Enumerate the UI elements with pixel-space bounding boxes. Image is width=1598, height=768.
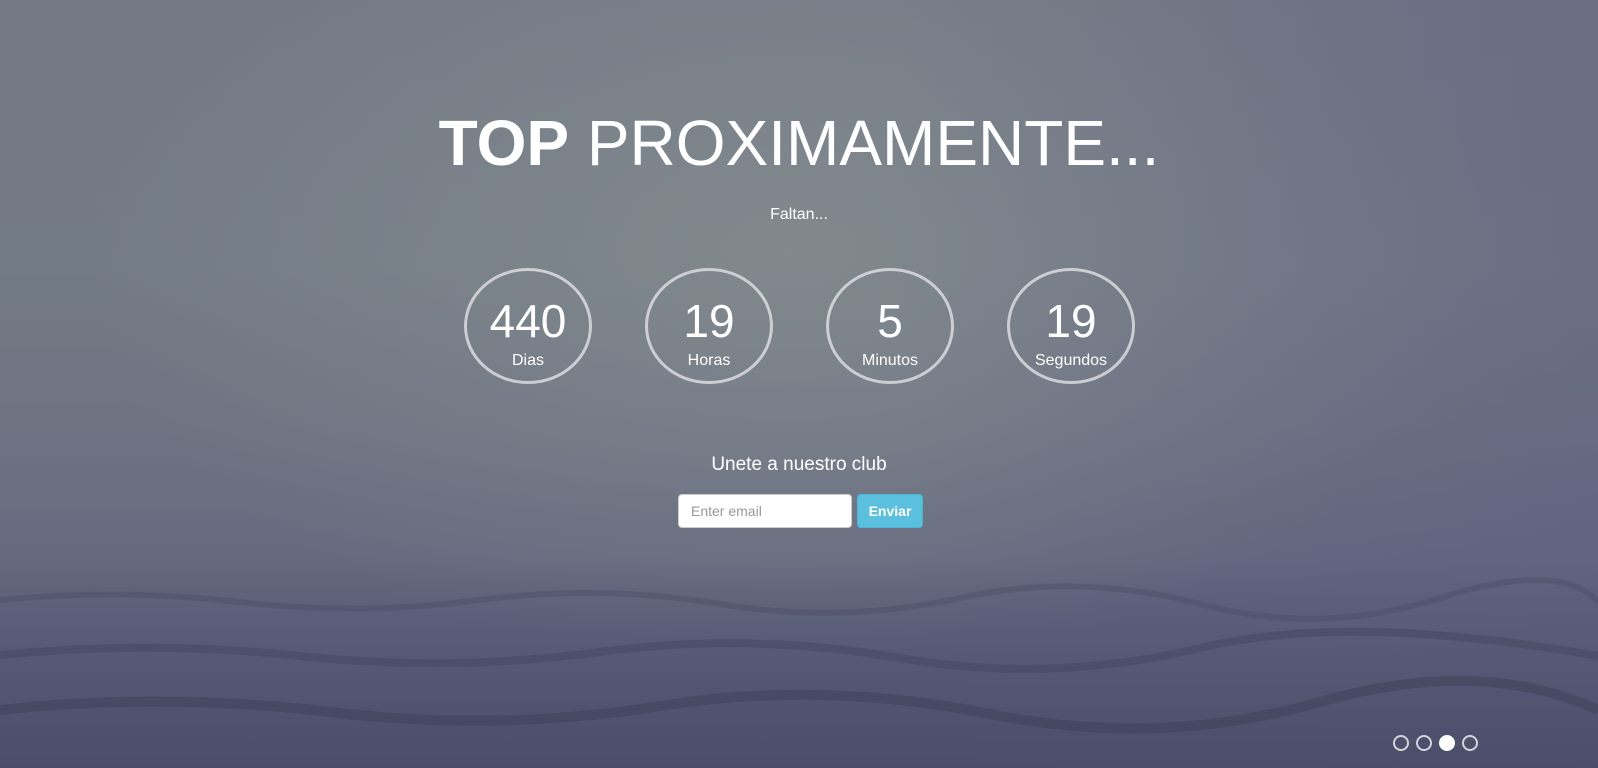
counter-minutes-label: Minutos: [861, 352, 919, 369]
counter-seconds-label: Segundos: [1034, 352, 1108, 369]
submit-button[interactable]: Enviar: [857, 494, 923, 528]
countdown-intro: Faltan...: [770, 206, 828, 223]
counter-days: 440 Dias: [464, 268, 592, 384]
slider-dot-1[interactable]: [1393, 735, 1409, 751]
counter-seconds-value: 19: [1045, 295, 1097, 347]
page-title: TOP PROXIMAMENTE...: [0, 105, 1598, 181]
sea-waves-decoration: [0, 560, 1598, 768]
counter-minutes-value: 5: [877, 295, 903, 347]
email-input[interactable]: [678, 494, 852, 528]
counter-hours-label: Horas: [687, 352, 731, 369]
slider-dot-2[interactable]: [1416, 735, 1432, 751]
counter-seconds: 19 Segundos: [1007, 268, 1135, 384]
title-light: PROXIMAMENTE...: [586, 107, 1160, 179]
slider-dot-4[interactable]: [1462, 735, 1478, 751]
counter-minutes: 5 Minutos: [826, 268, 954, 384]
counter-days-label: Dias: [511, 352, 544, 369]
counter-days-value: 440: [489, 295, 567, 347]
signup-title: Unete a nuestro club: [711, 454, 887, 475]
title-bold: TOP: [438, 107, 570, 179]
counter-hours: 19 Horas: [645, 268, 773, 384]
slider-dot-3[interactable]: [1439, 735, 1455, 751]
counter-hours-value: 19: [683, 295, 735, 347]
